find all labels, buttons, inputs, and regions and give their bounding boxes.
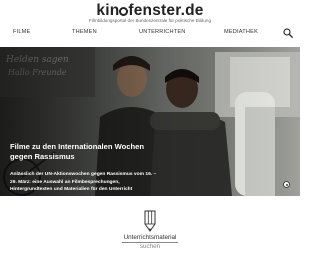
- hero-text: Anlässlich der UN-Aktionswochen gegen Ra…: [10, 172, 157, 192]
- logo-text-part1: kin: [96, 2, 120, 19]
- hero-slider-dot-icon[interactable]: [283, 181, 290, 188]
- nav-item-mediathek[interactable]: MEDIATHEK: [224, 29, 258, 35]
- nav-item-unterrichten[interactable]: UNTERRICHTEN: [139, 29, 186, 35]
- search-icon[interactable]: [283, 28, 293, 38]
- nav-item-filme[interactable]: FILME: [13, 29, 30, 35]
- teaser-sub[interactable]: suchen: [0, 243, 300, 250]
- main-navigation: FILME THEMEN UNTERRICHTEN MEDIATHEK: [0, 28, 300, 40]
- logo-text-part2: fenster.de: [128, 2, 204, 19]
- nav-item-themen[interactable]: THEMEN: [72, 29, 97, 35]
- site-tagline: Filmbildungsportal der Bundeszentrale fü…: [88, 18, 212, 23]
- teaser-label[interactable]: Unterrichtsmaterial: [0, 234, 300, 241]
- hero-title[interactable]: Filme zu den Internationalen Wochen gege…: [10, 142, 160, 162]
- site-header: kin fenster.de Filmbildungsportal der Bun…: [0, 0, 300, 28]
- hero-banner[interactable]: Helden sagen Hallo Freunde Filme zu den …: [0, 47, 300, 196]
- pencil-icon[interactable]: [143, 210, 157, 232]
